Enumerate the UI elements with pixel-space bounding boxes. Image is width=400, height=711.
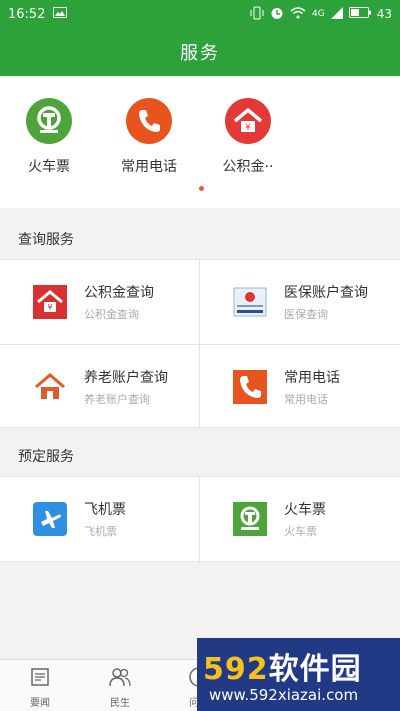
network-type: 4G bbox=[312, 9, 325, 19]
service-medical-insurance-query[interactable]: 医保账户查询 医保查询 bbox=[200, 260, 400, 344]
train-icon bbox=[233, 502, 267, 536]
service-title: 火车票 bbox=[284, 502, 326, 518]
house-icon: ¥ bbox=[225, 98, 271, 144]
booking-services-grid: 飞机票 飞机票 火车票 火车票 bbox=[0, 476, 400, 563]
battery-level: 43 bbox=[376, 7, 392, 21]
tab-news[interactable]: 要闻 bbox=[15, 666, 65, 709]
tab-livelihood[interactable]: 民生 bbox=[95, 666, 145, 709]
status-time: 16:52 bbox=[8, 6, 46, 22]
app-header: 服务 bbox=[0, 28, 400, 76]
page-title: 服务 bbox=[180, 43, 220, 64]
quick-link-label: 火车票 bbox=[28, 159, 70, 175]
vibrate-icon bbox=[250, 6, 264, 23]
service-title: 飞机票 bbox=[84, 502, 126, 518]
service-subtitle: 养老账户查询 bbox=[84, 393, 150, 406]
section-title-booking: 预定服务 bbox=[18, 449, 74, 465]
house-icon: ¥ bbox=[33, 285, 67, 319]
phone-icon bbox=[126, 98, 172, 144]
service-subtitle: 公积金查询 bbox=[84, 308, 139, 321]
service-subtitle: 火车票 bbox=[284, 525, 317, 538]
service-phone[interactable]: 常用电话 常用电话 bbox=[200, 345, 400, 429]
service-subtitle: 常用电话 bbox=[284, 393, 328, 406]
pager-indicator bbox=[199, 186, 204, 191]
service-flight-ticket[interactable]: 飞机票 飞机票 bbox=[0, 477, 200, 561]
quick-link-housing-fund[interactable]: ¥ 公积金·· bbox=[208, 98, 288, 176]
service-title: 常用电话 bbox=[284, 370, 340, 386]
service-title: 公积金查询 bbox=[84, 285, 154, 301]
news-icon bbox=[15, 666, 65, 692]
pension-house-icon bbox=[33, 370, 67, 404]
tab-label: 要闻 bbox=[30, 698, 50, 709]
section-title-query: 查询服务 bbox=[18, 232, 74, 248]
phone-icon bbox=[233, 370, 267, 404]
quick-links-carousel[interactable]: 火车票 常用电话 ¥ 公积金·· bbox=[0, 76, 400, 208]
grid-divider bbox=[199, 477, 200, 563]
query-services-grid: ¥ 公积金查询 公积金查询 医保账户查询 医保查询 养老账户查询 养老账户查询 … bbox=[0, 259, 400, 429]
grid-divider bbox=[0, 344, 400, 345]
tab-label: 民生 bbox=[110, 698, 130, 709]
service-housing-fund-query[interactable]: ¥ 公积金查询 公积金查询 bbox=[0, 260, 200, 344]
svg-text:¥: ¥ bbox=[245, 123, 251, 133]
alarm-icon bbox=[270, 6, 284, 23]
medical-card-icon bbox=[233, 285, 267, 319]
plane-icon bbox=[33, 502, 67, 536]
quick-link-label: 常用电话 bbox=[121, 159, 177, 175]
train-icon bbox=[26, 98, 72, 144]
service-pension-query[interactable]: 养老账户查询 养老账户查询 bbox=[0, 345, 200, 429]
watermark-logo: 592软件园 www.592xiazai.com bbox=[197, 638, 400, 711]
quick-link-label: 公积金·· bbox=[222, 159, 274, 175]
service-title: 养老账户查询 bbox=[84, 370, 168, 386]
watermark-digits: 592 bbox=[203, 652, 269, 687]
service-subtitle: 飞机票 bbox=[84, 525, 117, 538]
quick-link-phone[interactable]: 常用电话 bbox=[109, 98, 189, 176]
service-title: 医保账户查询 bbox=[284, 285, 368, 301]
status-bar: 16:52 4G 43 bbox=[0, 0, 400, 28]
image-notification-icon bbox=[53, 6, 68, 22]
service-train-ticket[interactable]: 火车票 火车票 bbox=[200, 477, 400, 561]
battery-icon bbox=[348, 7, 371, 21]
watermark-url: www.592xiazai.com bbox=[209, 686, 359, 704]
signal-icon bbox=[330, 6, 343, 22]
quick-link-train[interactable]: 火车票 bbox=[9, 98, 89, 176]
service-subtitle: 医保查询 bbox=[284, 308, 328, 321]
watermark-text: 软件园 bbox=[268, 652, 362, 687]
wifi-icon bbox=[290, 6, 306, 22]
svg-text:¥: ¥ bbox=[47, 303, 52, 312]
people-icon bbox=[95, 666, 145, 692]
